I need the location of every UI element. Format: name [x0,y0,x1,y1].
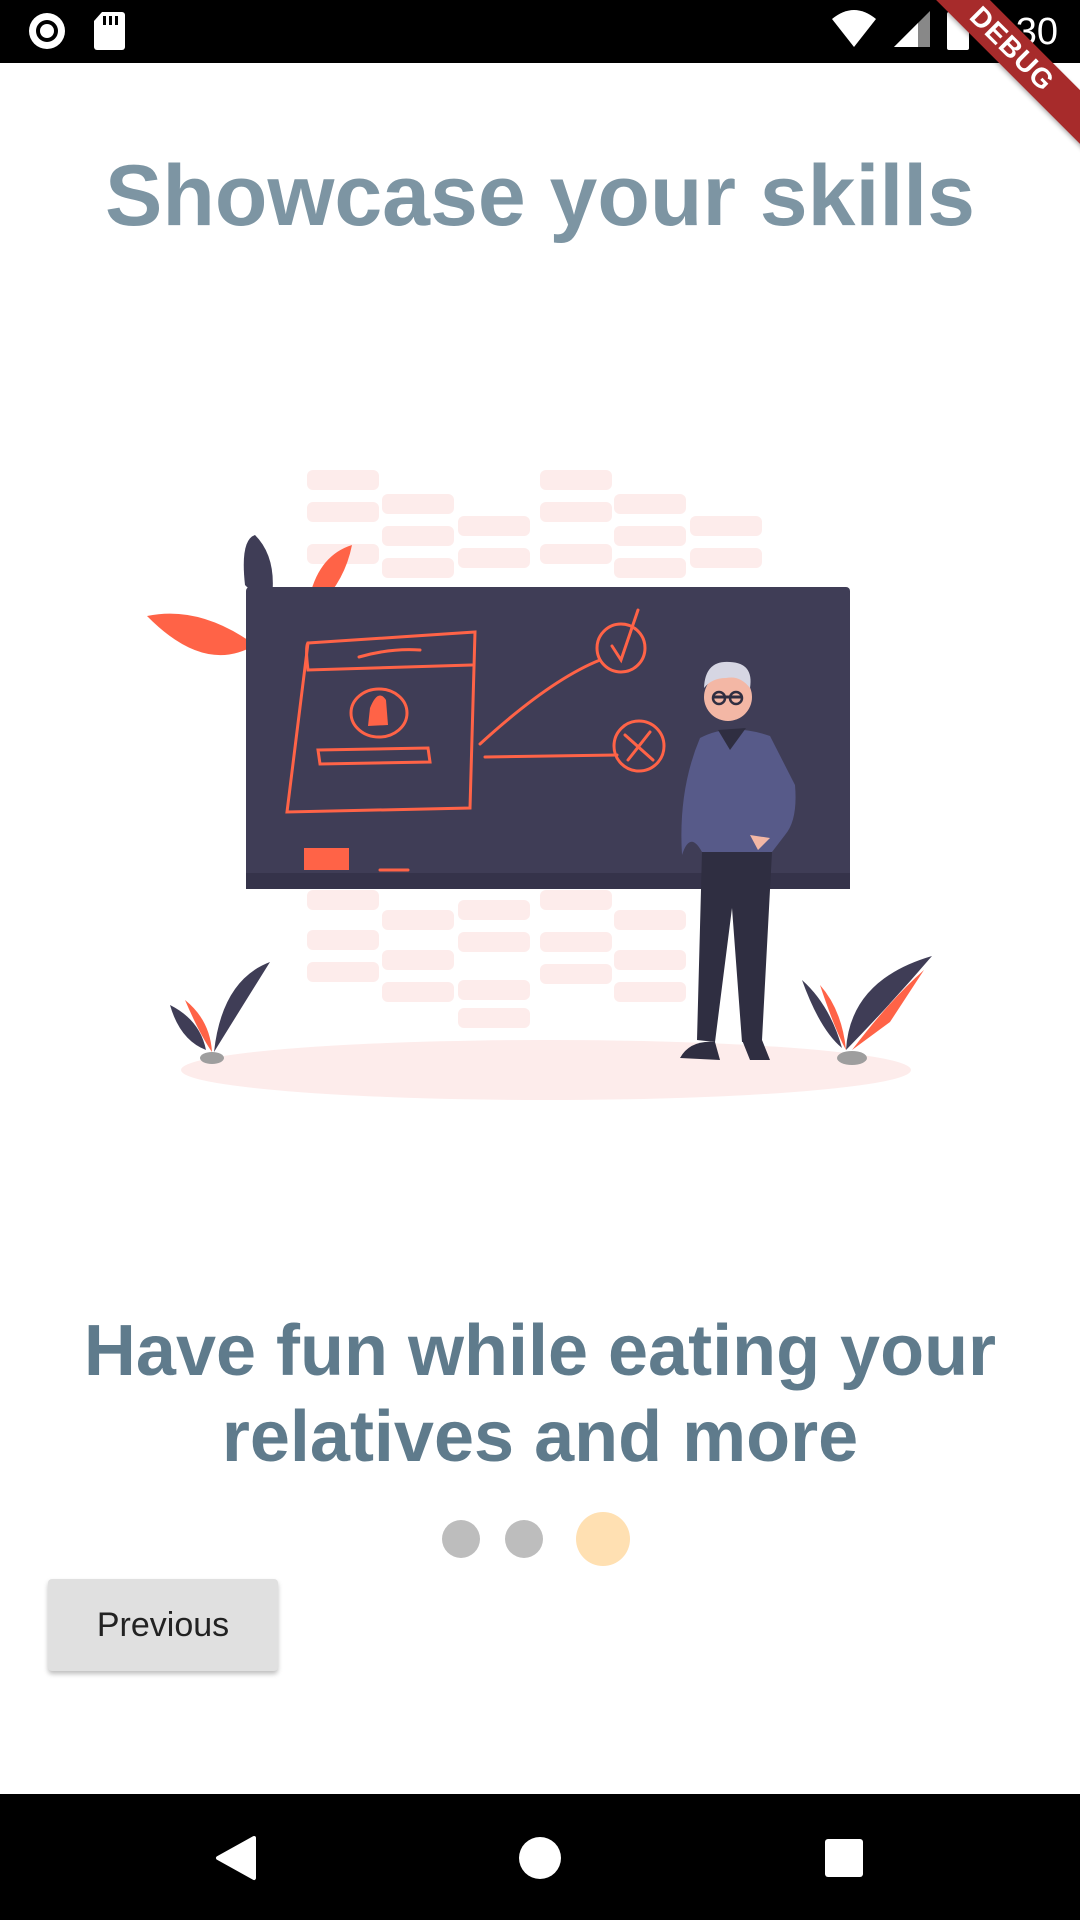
recents-icon[interactable] [824,1838,864,1883]
teaching-illustration [130,460,960,1110]
page-dot-3-active[interactable] [576,1512,630,1566]
sd-card-icon [92,10,126,57]
page-title: Showcase your skills [105,148,975,244]
page-indicator [0,1510,1080,1566]
navigation-bar [0,1794,1080,1920]
back-icon[interactable] [214,1834,258,1887]
page-dot-2[interactable] [505,1520,543,1558]
signal-icon [892,9,932,54]
wifi-icon [830,9,878,54]
home-icon[interactable] [518,1836,562,1885]
onboarding-headline: Have fun while eating your relatives and… [83,1311,997,1477]
record-icon [26,10,68,57]
page-dot-1[interactable] [442,1520,480,1558]
status-bar: 8:30 [0,0,1080,63]
previous-button[interactable]: Previous [48,1579,278,1671]
